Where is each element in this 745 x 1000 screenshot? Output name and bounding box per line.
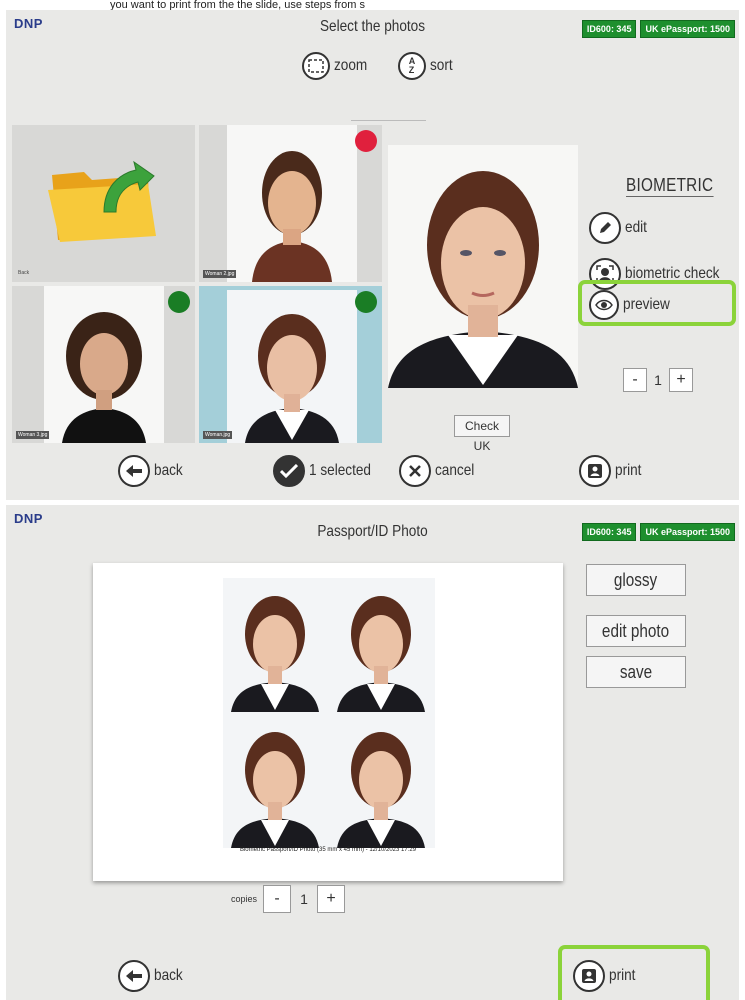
sort-label: sort: [430, 57, 453, 74]
print-photo-icon: [579, 455, 611, 487]
save-label: save: [619, 662, 653, 682]
quantity-stepper: - 1 +: [623, 368, 693, 392]
photo-tile-woman-2[interactable]: Woman 2.jpg: [199, 125, 382, 282]
print-preview-sheet: Biometric Passport/ID Photo (35 mm x 45 …: [93, 563, 563, 881]
dnp-logo: DNP: [14, 511, 43, 526]
print-caption: Biometric Passport/ID Photo (35 mm x 45 …: [239, 847, 417, 853]
checkmark-icon: [273, 455, 305, 487]
passport-count-badge: UK ePassport: 1500: [640, 523, 735, 541]
photo-tile-woman-selected[interactable]: Woman.jpg: [199, 286, 382, 443]
biometric-heading: BIOMETRIC: [626, 175, 714, 197]
status-badges: ID600: 345 UK ePassport: 1500: [581, 20, 735, 38]
photo-selection-screen: DNP Select the photos ID600: 345 UK ePas…: [6, 10, 739, 500]
back-label: back: [154, 462, 183, 479]
back-folder-tile[interactable]: Back: [12, 125, 195, 282]
sort-button[interactable]: AZ sort: [398, 52, 457, 80]
unselected-status-dot: [355, 130, 377, 152]
copies-value: 1: [300, 891, 308, 907]
preview-label: preview: [623, 296, 670, 313]
copies-label: copies: [231, 894, 258, 904]
print-photo-icon: [573, 960, 605, 992]
cancel-label: cancel: [435, 462, 475, 479]
print-label: print: [615, 462, 642, 479]
back-button[interactable]: back: [118, 455, 188, 487]
zoom-icon: [302, 52, 330, 80]
edit-label: edit: [625, 219, 647, 236]
arrow-left-icon: [118, 455, 150, 487]
zoom-button[interactable]: zoom: [302, 52, 373, 80]
back-button[interactable]: back: [118, 960, 188, 992]
tile-name: Woman 3.jpg: [16, 431, 50, 439]
decrement-button[interactable]: -: [263, 885, 292, 913]
selected-count-button[interactable]: 1 selected: [273, 455, 382, 487]
save-button[interactable]: save: [586, 656, 686, 688]
print-button[interactable]: print: [579, 455, 646, 487]
selected-label: 1 selected: [309, 462, 371, 479]
printer-count-badge: ID600: 345: [581, 20, 637, 38]
glossy-button[interactable]: glossy: [586, 564, 686, 596]
portrait-image: [62, 312, 146, 443]
instruction-caption: you want to print from the the slide, us…: [110, 0, 365, 10]
photo-preview: [388, 145, 578, 388]
preview-portrait-image: [388, 171, 578, 388]
folder-back-icon: [48, 160, 156, 242]
tile-name: Woman.jpg: [203, 431, 233, 439]
passport-print-screen: DNP Passport/ID Photo ID600: 345 UK ePas…: [6, 505, 739, 1000]
printer-count-badge: ID600: 345: [581, 523, 637, 541]
photo-thumbnail: [44, 286, 164, 443]
glossy-label: glossy: [614, 570, 658, 590]
sort-az-icon: AZ: [398, 52, 426, 80]
passport-photo-sheet: [223, 578, 435, 848]
edit-photo-button[interactable]: edit photo: [586, 615, 686, 647]
edit-photo-label: edit photo: [602, 621, 670, 641]
check-uk-button[interactable]: Check UK: [454, 415, 510, 453]
portrait-image: [252, 151, 332, 282]
selected-status-dot: [168, 291, 190, 313]
tile-name: Woman 2.jpg: [203, 270, 237, 278]
tile-name: Back: [18, 270, 30, 276]
portrait-image: [245, 314, 339, 443]
dnp-logo: DNP: [14, 16, 43, 31]
pencil-icon: [589, 212, 621, 244]
photo-thumbnail: [227, 125, 357, 282]
close-icon: [399, 455, 431, 487]
increment-button[interactable]: +: [669, 368, 693, 392]
edit-button[interactable]: edit: [589, 212, 651, 244]
photo-grid: Back Woman 2.jpg Woman 3.jpg Woman.jpg: [12, 125, 382, 443]
back-label: back: [154, 967, 183, 984]
quantity-value: 1: [654, 372, 662, 388]
print-label: print: [609, 967, 636, 984]
status-badges: ID600: 345 UK ePassport: 1500: [581, 523, 735, 541]
copies-stepper: copies - 1 +: [231, 885, 346, 913]
selected-status-dot: [355, 291, 377, 313]
zoom-label: zoom: [334, 57, 368, 74]
photo-tile-woman-3[interactable]: Woman 3.jpg: [12, 286, 195, 443]
preview-button[interactable]: preview: [589, 290, 678, 320]
cancel-button[interactable]: cancel: [399, 455, 481, 487]
print-button[interactable]: print: [573, 960, 640, 992]
decrement-button[interactable]: -: [623, 368, 647, 392]
increment-button[interactable]: +: [317, 885, 346, 913]
divider: [351, 120, 426, 121]
passport-count-badge: UK ePassport: 1500: [640, 20, 735, 38]
eye-icon: [589, 290, 619, 320]
photo-thumbnail: [227, 290, 357, 443]
arrow-left-icon: [118, 960, 150, 992]
passport-photos-image: [231, 596, 425, 848]
